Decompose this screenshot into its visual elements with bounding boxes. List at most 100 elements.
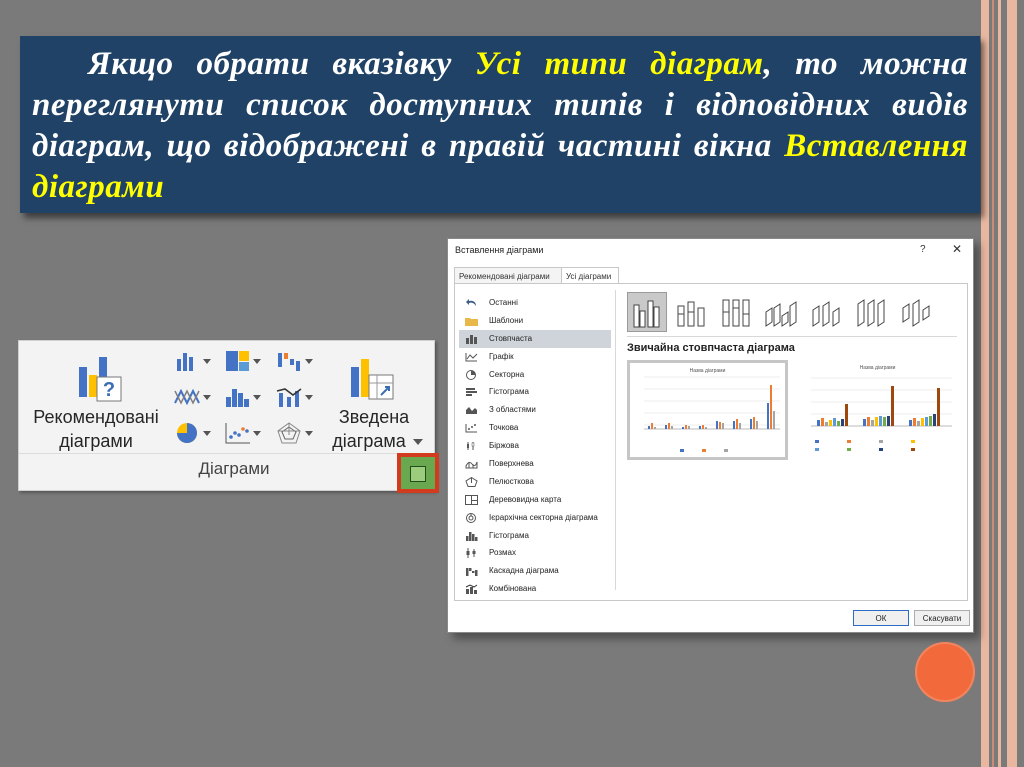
statistic-chart-button[interactable] — [223, 385, 263, 413]
pivot-chart-icon — [351, 359, 394, 400]
type-item-label: Розмах — [489, 548, 516, 558]
decor-stripe — [998, 0, 1001, 767]
type-item-radar[interactable]: Пелюсткова — [459, 473, 611, 491]
scatter-chart-button[interactable] — [223, 421, 263, 449]
waterfall-icon — [466, 568, 478, 577]
type-item-histogram[interactable]: Гістограма — [459, 527, 611, 545]
surface-chart-icon — [465, 461, 478, 469]
preview-series-by-columns[interactable]: Назва діаграми — [797, 360, 958, 460]
type-item-label: Точкова — [489, 423, 519, 433]
type-item-recent[interactable]: Останні — [459, 294, 611, 312]
subtype-100-stacked-column[interactable] — [717, 292, 757, 332]
3d-column-icon — [902, 299, 930, 327]
tab-recommended-charts[interactable]: Рекомендовані діаграми — [454, 267, 562, 284]
waterfall-chart-button[interactable] — [275, 349, 315, 377]
type-item-box-whisker[interactable]: Розмах — [459, 544, 611, 562]
type-item-label: Пелюсткова — [489, 476, 534, 486]
type-item-templates[interactable]: Шаблони — [459, 312, 611, 330]
type-item-column[interactable]: Стовпчаста — [459, 329, 611, 348]
percent-stacked-column-icon — [722, 299, 750, 327]
banner-highlight-all-types: Усі типи діаграм — [474, 46, 764, 82]
preview-series-by-rows[interactable]: Назва діаграми — [627, 360, 788, 460]
pivot-chart-label-line1: Зведена — [338, 407, 410, 427]
gallery-divider — [627, 336, 957, 337]
pie-chart-button[interactable] — [173, 421, 213, 449]
subtype-stacked-column[interactable] — [672, 292, 712, 332]
pivot-chart-label-line2: діаграма — [332, 431, 406, 451]
combo-chart-button[interactable] — [275, 385, 315, 413]
folder-icon — [465, 317, 478, 326]
type-item-line[interactable]: Графік — [459, 348, 611, 366]
dialog-title: Вставлення діаграми — [455, 245, 544, 255]
subtype-3d-100-stacked-column[interactable] — [852, 292, 892, 332]
type-item-scatter[interactable]: Точкова — [459, 419, 611, 437]
type-item-surface[interactable]: Поверхнева — [459, 455, 611, 473]
type-item-label: Секторна — [489, 369, 525, 379]
radar-chart-button[interactable] — [275, 421, 315, 449]
recommended-charts-button[interactable]: ? Рекомендовані діаграми — [23, 345, 169, 453]
type-item-treemap[interactable]: Деревовидна карта — [459, 491, 611, 509]
histogram-icon — [466, 531, 478, 541]
subtype-3d-column[interactable] — [897, 292, 937, 332]
3d-percent-stacked-column-icon — [857, 299, 885, 327]
banner-paragraph: Якщо обрати вказівку Усі типи діаграм, т… — [32, 44, 968, 208]
type-item-label: Комбінована — [489, 584, 537, 594]
insert-chart-dialog: Вставлення діаграми ? ✕ Рекомендовані ді… — [447, 238, 974, 633]
type-item-pie[interactable]: Секторна — [459, 366, 611, 384]
tab-all-charts[interactable]: Усі діаграми — [561, 267, 619, 284]
area-chart-icon — [466, 407, 477, 415]
column-chart-button[interactable] — [173, 349, 213, 377]
type-item-label: З областями — [489, 405, 536, 415]
line-chart-button[interactable] — [173, 385, 213, 413]
type-item-label: Шаблони — [489, 315, 524, 325]
type-item-waterfall[interactable]: Каскадна діаграма — [459, 562, 611, 580]
decor-stripe — [981, 0, 989, 767]
type-item-label: Деревовидна карта — [489, 494, 562, 504]
type-item-label: Графік — [489, 351, 514, 361]
banner-text-part1: Якщо обрати вказівку — [88, 46, 475, 82]
type-item-stock[interactable]: Біржова — [459, 437, 611, 455]
type-item-area[interactable]: З областями — [459, 401, 611, 419]
pivot-chart-dropdown-arrow — [413, 439, 423, 445]
pie-chart-icon — [177, 423, 197, 443]
type-item-label: Гістограма — [489, 387, 529, 397]
ok-button[interactable]: ОК — [853, 610, 909, 626]
line-chart-icon — [465, 352, 478, 362]
preview-chart-graphic — [644, 376, 780, 452]
type-item-label: Останні — [489, 298, 518, 307]
pivot-chart-button[interactable]: Зведена діаграма — [319, 345, 429, 453]
hierarchy-chart-button[interactable] — [223, 349, 263, 377]
decor-circle — [915, 642, 975, 702]
recommended-charts-icon: ? — [79, 357, 122, 402]
recommended-charts-label-line1: Рекомендовані — [33, 407, 159, 427]
undo-arrow-icon — [466, 299, 476, 306]
type-item-bar[interactable]: Гістограма — [459, 383, 611, 401]
box-whisker-icon — [466, 548, 476, 559]
dialog-launcher-button[interactable] — [397, 453, 439, 493]
treemap-icon — [465, 494, 478, 505]
type-item-label: Стовпчаста — [489, 333, 533, 343]
column-chart-icon — [466, 334, 477, 344]
waterfall-icon — [278, 353, 300, 371]
text-banner: Якщо обрати вказівку Усі типи діаграм, т… — [20, 36, 980, 213]
type-item-sunburst[interactable]: Ієрархічна секторна діаграма — [459, 509, 611, 527]
help-button[interactable]: ? — [920, 244, 926, 255]
decor-stripe — [1007, 0, 1017, 767]
dialog-body: Останні Шаблони Стовпчаста Графік Сектор… — [454, 283, 968, 601]
subtype-3d-clustered-column[interactable] — [762, 292, 802, 332]
radar-chart-icon — [277, 422, 301, 444]
subtype-3d-stacked-column[interactable] — [807, 292, 847, 332]
column-chart-icon — [177, 353, 193, 371]
close-button[interactable]: ✕ — [952, 242, 962, 256]
cancel-button[interactable]: Скасувати — [914, 610, 970, 626]
histogram-icon — [226, 389, 249, 407]
type-item-combo[interactable]: Комбінована — [459, 580, 611, 598]
variant-title: Звичайна стовпчаста діаграма — [627, 342, 795, 354]
recommended-charts-label-line2: діаграми — [59, 431, 133, 451]
stock-chart-icon — [467, 442, 475, 451]
subtype-clustered-column[interactable] — [627, 292, 667, 332]
3d-stacked-column-icon — [812, 301, 840, 327]
type-item-label: Гістограма — [489, 530, 529, 540]
type-item-label: Поверхнева — [489, 459, 534, 469]
combo-chart-icon — [465, 584, 478, 595]
